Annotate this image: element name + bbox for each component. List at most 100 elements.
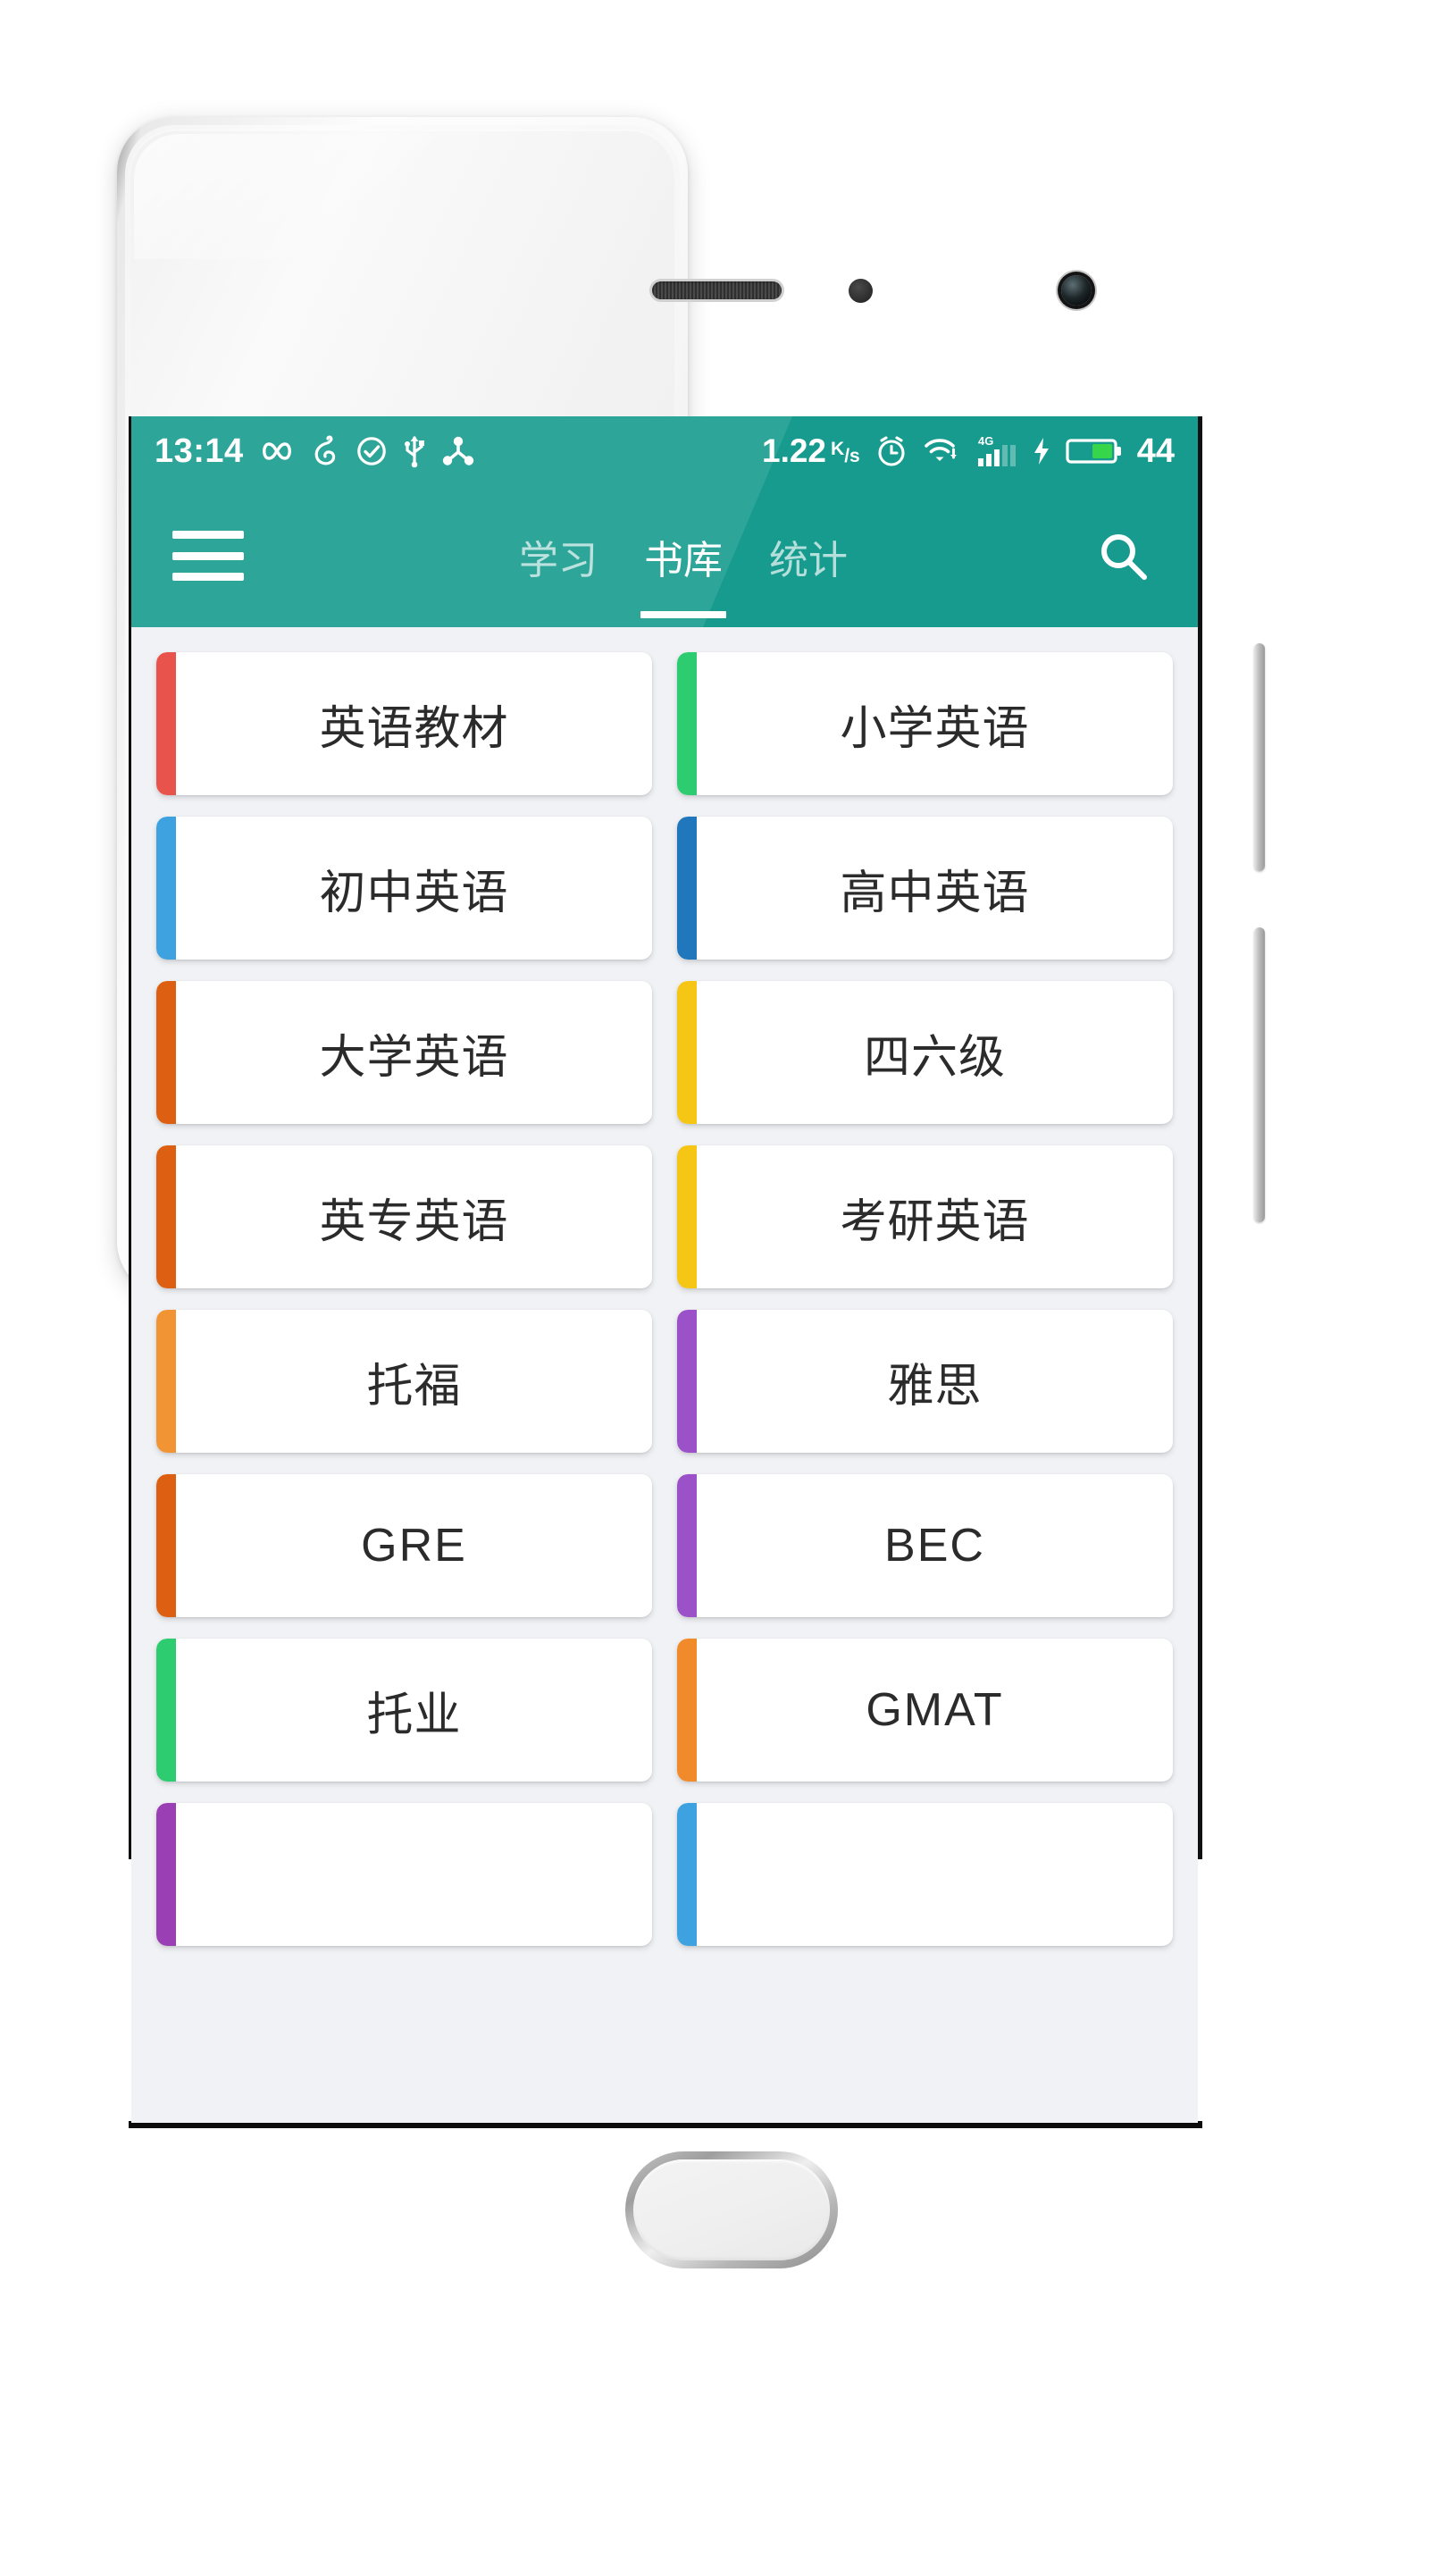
library-grid-cell: 雅思 (665, 1299, 1185, 1463)
battery-percent: 44 (1136, 432, 1175, 470)
wifi-download-icon (923, 435, 960, 467)
library-grid-cell: 英语教材 (144, 641, 665, 806)
network-speed: 1.22 K/s (762, 432, 860, 470)
card-label: 初中英语 (319, 866, 509, 920)
card-accent-bar (677, 817, 697, 960)
hamburger-menu-icon[interactable] (172, 531, 244, 581)
hamburger-bar-2 (172, 551, 244, 560)
library-grid-cell: GRE (144, 1463, 665, 1628)
card-accent-bar (156, 1145, 176, 1288)
share-icon (441, 435, 475, 467)
library-grid-cell: 考研英语 (665, 1135, 1185, 1299)
card-label: 托业 (366, 1688, 462, 1742)
library-grid-cell: 四六级 (665, 970, 1185, 1135)
card-accent-bar (156, 1803, 176, 1946)
card-accent-bar (677, 981, 697, 1124)
tab-library-label: 书库 (644, 539, 723, 583)
tab-statistics[interactable]: 统计 (746, 486, 871, 627)
card-accent-bar (156, 1474, 176, 1617)
volume-rocker-button[interactable] (1254, 643, 1265, 871)
card-label: 高中英语 (840, 866, 1030, 920)
card-accent-bar (677, 1474, 697, 1617)
card-label: GMAT (866, 1684, 1004, 1736)
charging-bolt-icon (1032, 436, 1051, 466)
phone-screen: 13:14 1.22 K/s 4G 44 学习 书库 统计 英语教材 小学英语 … (131, 416, 1198, 2123)
card-label: 托福 (366, 1359, 462, 1413)
card-label: 英专英语 (319, 1195, 509, 1249)
card-accent-bar (156, 817, 176, 960)
library-category-card[interactable]: 英语教材 (156, 652, 652, 795)
library-category-card[interactable] (677, 1803, 1173, 1946)
status-bar: 13:14 1.22 K/s 4G 44 (131, 416, 1198, 486)
library-category-card[interactable]: 高中英语 (677, 817, 1173, 960)
network-speed-unit-s: s (849, 446, 860, 466)
active-tab-indicator (640, 611, 726, 618)
status-bar-right-group: 1.22 K/s 4G 44 (762, 432, 1175, 471)
library-category-card[interactable]: 小学英语 (677, 652, 1173, 795)
card-label: 四六级 (863, 1030, 1006, 1085)
library-grid-cell: 英专英语 (144, 1135, 665, 1299)
card-accent-bar (156, 1639, 176, 1782)
check-circle-icon (356, 435, 388, 467)
hamburger-bar-1 (172, 531, 244, 539)
card-accent-bar (677, 1803, 697, 1946)
network-speed-unit: K/s (831, 440, 860, 465)
library-category-card[interactable]: 大学英语 (156, 981, 652, 1124)
library-grid: 英语教材 小学英语初中英语 高中英语大学英语 四六级英专英语 考研英语托福 雅思 GRE BE… (131, 627, 1198, 1957)
card-accent-bar (677, 652, 697, 795)
card-accent-bar (156, 981, 176, 1124)
network-speed-value: 1.22 (762, 432, 827, 469)
card-label: GRE (361, 1520, 467, 1572)
tab-study-label: 学习 (519, 539, 598, 583)
signal-4g-icon: 4G (975, 433, 1017, 469)
library-grid-cell: 初中英语 (144, 806, 665, 970)
library-category-card[interactable] (156, 1803, 652, 1946)
hamburger-bar-3 (172, 573, 244, 581)
network-speed-unit-k: K (831, 439, 845, 459)
library-grid-cell: BEC (665, 1463, 1185, 1628)
library-category-card[interactable]: 考研英语 (677, 1145, 1173, 1288)
library-category-card[interactable]: 托业 (156, 1639, 652, 1782)
library-category-card[interactable]: 初中英语 (156, 817, 652, 960)
app-bar: 学习 书库 统计 (131, 486, 1198, 627)
power-button[interactable] (1254, 927, 1265, 1222)
library-category-card[interactable]: 托福 (156, 1310, 652, 1453)
card-accent-bar (677, 1639, 697, 1782)
card-label: 小学英语 (840, 701, 1030, 756)
card-label: 雅思 (887, 1359, 983, 1413)
card-label: 考研英语 (840, 1195, 1030, 1249)
home-button[interactable] (633, 2159, 830, 2260)
library-grid-cell (665, 1792, 1185, 1957)
netease-music-icon (310, 435, 340, 467)
card-label: 英语教材 (319, 701, 509, 756)
library-category-card[interactable]: GRE (156, 1474, 652, 1617)
infinity-icon (259, 438, 295, 465)
library-category-card[interactable]: GMAT (677, 1639, 1173, 1782)
svg-text:4G: 4G (978, 434, 993, 448)
library-grid-cell: 大学英语 (144, 970, 665, 1135)
proximity-sensor-icon (849, 279, 873, 303)
front-camera-icon (1061, 275, 1092, 306)
search-icon[interactable] (1096, 529, 1151, 584)
library-category-card[interactable]: BEC (677, 1474, 1173, 1617)
library-category-card[interactable]: 雅思 (677, 1310, 1173, 1453)
library-grid-cell: 托业 (144, 1628, 665, 1792)
tab-study[interactable]: 学习 (496, 486, 621, 627)
tab-library[interactable]: 书库 (621, 486, 746, 627)
library-grid-cell: 高中英语 (665, 806, 1185, 970)
library-grid-cell: 托福 (144, 1299, 665, 1463)
alarm-clock-icon (874, 434, 908, 468)
card-accent-bar (156, 1310, 176, 1453)
library-grid-cell: GMAT (665, 1628, 1185, 1792)
card-label: 大学英语 (319, 1030, 509, 1085)
library-category-card[interactable]: 英专英语 (156, 1145, 652, 1288)
card-accent-bar (677, 1145, 697, 1288)
card-accent-bar (156, 652, 176, 795)
card-accent-bar (677, 1310, 697, 1453)
tab-statistics-label: 统计 (769, 539, 848, 583)
usb-icon (403, 434, 426, 468)
tab-bar: 学习 书库 统计 (496, 486, 871, 627)
library-category-card[interactable]: 四六级 (677, 981, 1173, 1124)
screen-bezel-right (1198, 416, 1202, 1859)
status-bar-left-group: 13:14 (155, 432, 475, 471)
